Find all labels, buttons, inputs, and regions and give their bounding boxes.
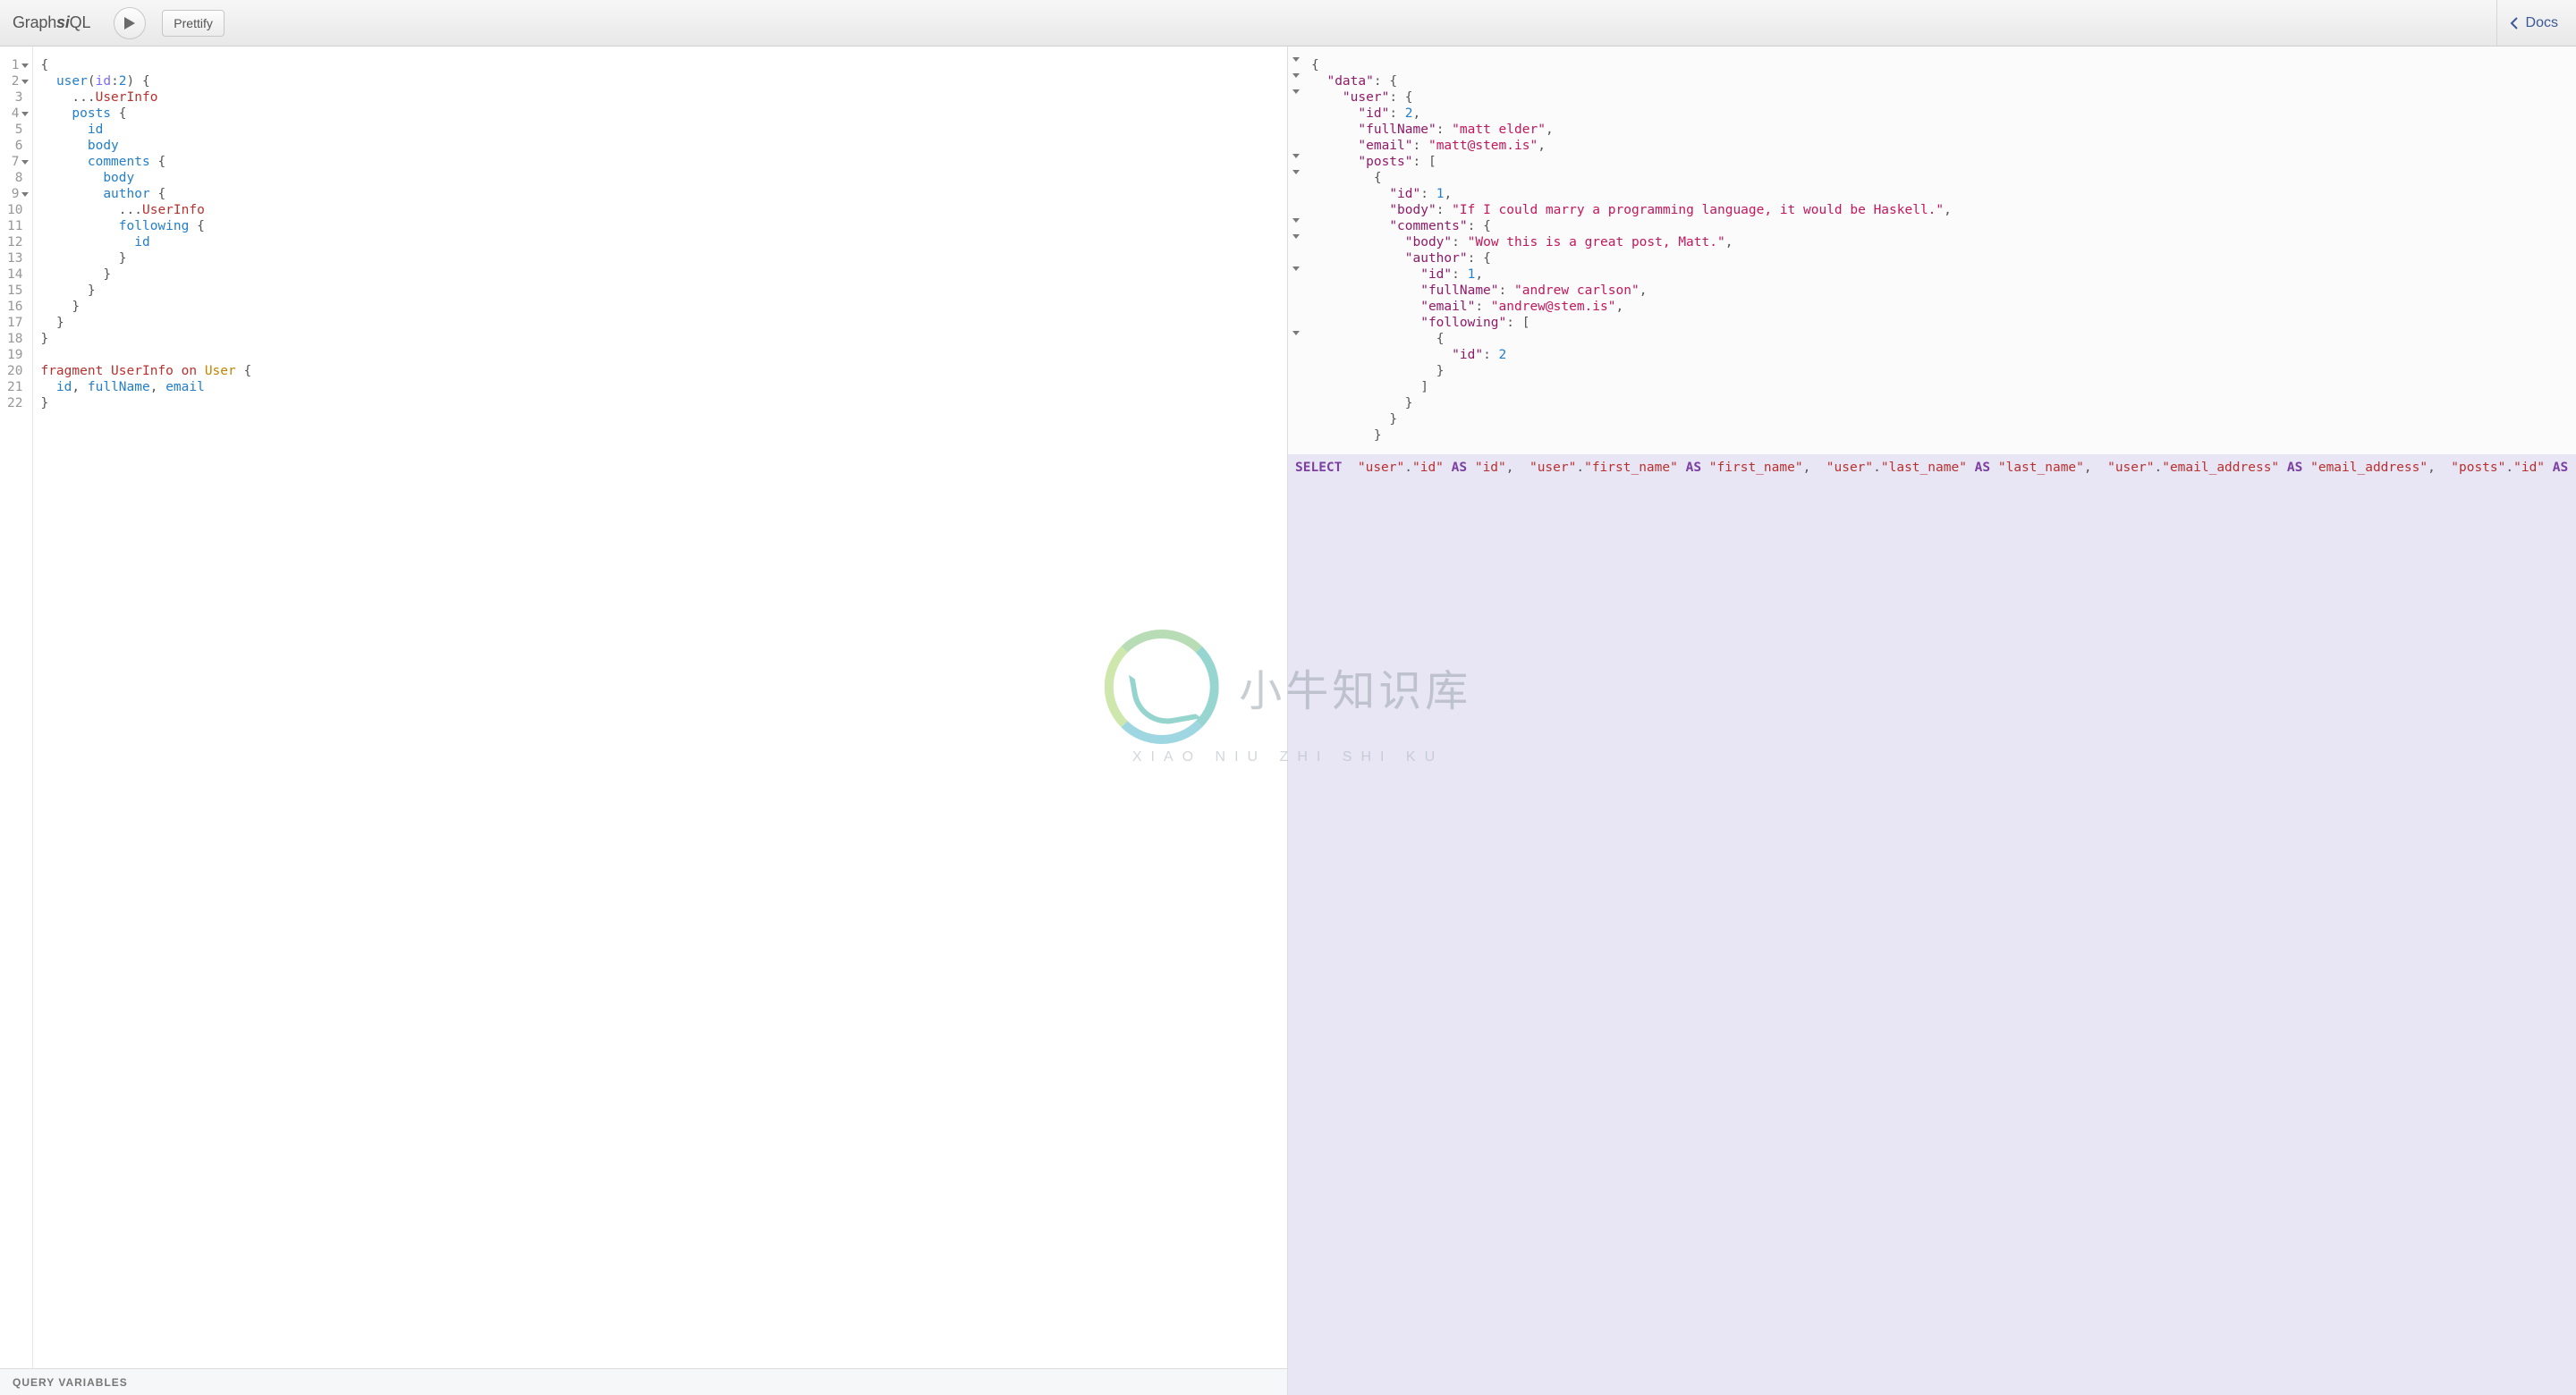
toolbar: GraphsiQL Prettify Docs (0, 0, 2576, 46)
prettify-button[interactable]: Prettify (162, 10, 225, 37)
app-logo: GraphsiQL (13, 13, 90, 32)
result-json-code: { "data": { "user": { "id": 2, "fullName… (1304, 46, 2576, 454)
query-editor[interactable]: 12345678910111213141516171819202122 { us… (0, 46, 1287, 1368)
result-pane: { "data": { "user": { "id": 2, "fullName… (1288, 46, 2576, 1395)
query-pane: 12345678910111213141516171819202122 { us… (0, 46, 1288, 1395)
sql-panel[interactable]: SELECT "user"."id" AS "id", "user"."firs… (1288, 454, 2576, 1395)
query-editor-gutter: 12345678910111213141516171819202122 (0, 46, 33, 1368)
query-editor-code[interactable]: { user(id:2) { ...UserInfo posts { id bo… (33, 46, 1287, 1368)
query-variables-bar[interactable]: QUERY VARIABLES (0, 1368, 1287, 1395)
chevron-left-icon (2510, 17, 2519, 30)
result-json[interactable]: { "data": { "user": { "id": 2, "fullName… (1288, 46, 2576, 454)
query-variables-label: QUERY VARIABLES (13, 1376, 128, 1389)
main-split: 12345678910111213141516171819202122 { us… (0, 46, 2576, 1395)
pane-resize-handle[interactable] (1284, 46, 1291, 1395)
run-button[interactable] (114, 7, 146, 39)
play-icon (123, 17, 136, 30)
docs-button[interactable]: Docs (2496, 0, 2576, 46)
